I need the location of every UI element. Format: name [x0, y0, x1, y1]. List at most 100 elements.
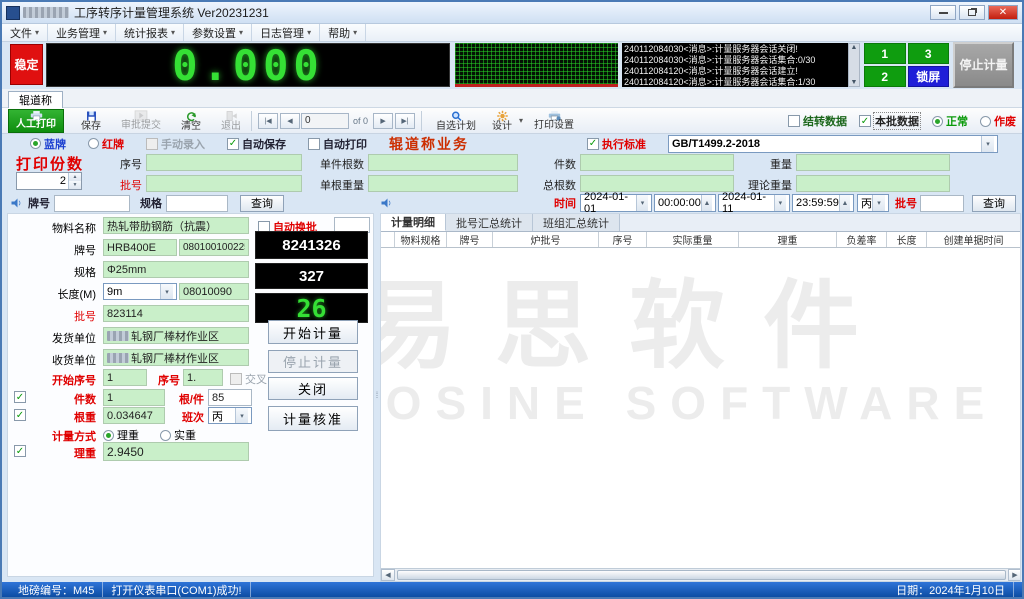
spec-field[interactable]	[103, 261, 249, 278]
scrollbar-thumb[interactable]	[397, 570, 1006, 580]
normal-radio[interactable]: 正常	[932, 113, 968, 129]
verify-measure-button[interactable]: 计量核准	[268, 406, 358, 431]
auto-print-checkbox[interactable]: 自动打印	[308, 136, 367, 152]
bar-weight2-field[interactable]	[103, 407, 165, 424]
tab-shift-summary[interactable]: 班组汇总统计	[533, 214, 620, 231]
shift-select[interactable]: 丙▾	[857, 194, 889, 212]
method-actual-radio[interactable]: 实重	[160, 427, 196, 443]
brand-field[interactable]	[103, 239, 177, 256]
floppy-icon	[85, 110, 98, 122]
tab-batch-summary[interactable]: 批号汇总统计	[446, 214, 533, 231]
per-piece-field[interactable]	[208, 389, 252, 406]
print-setup-button[interactable]: 打印设置	[529, 109, 579, 133]
tab-measure-detail[interactable]: 计量明细	[381, 214, 446, 231]
left-search-button[interactable]: 查询	[240, 195, 284, 212]
receiver-field[interactable]: 轧钢厂棒材作业区	[103, 349, 249, 366]
scroll-right-icon[interactable]: ▶	[1008, 569, 1021, 581]
scroll-left-icon[interactable]: ◀	[381, 569, 395, 581]
table-hscrollbar[interactable]: ◀ ▶	[381, 568, 1021, 581]
carryover-data-checkbox[interactable]: 结转数据	[788, 113, 847, 129]
date-to-select[interactable]: 2024-01-11▾	[718, 194, 790, 212]
log-line: 240112084030<消息>:计量服务器会话集合:0/30	[624, 55, 846, 66]
auto-save-checkbox[interactable]: ✓自动保存	[227, 136, 286, 152]
close-button[interactable]: ✕	[988, 5, 1018, 20]
nav-first-button[interactable]: |◀	[258, 113, 278, 129]
menu-business[interactable]: 业务管理▾	[48, 24, 116, 41]
this-batch-checkbox[interactable]: ✓本批数据	[859, 113, 920, 129]
start-measure-button[interactable]: 开始计量	[268, 320, 358, 344]
sender-field[interactable]: 轧钢厂棒材作业区	[103, 327, 249, 344]
app-icon	[6, 6, 20, 20]
menu-help[interactable]: 帮助▾	[320, 24, 366, 41]
counter-led: 26	[255, 293, 368, 323]
nav-next-button[interactable]: ▶	[373, 113, 393, 129]
scroll-down-icon[interactable]: ▼	[851, 79, 858, 86]
standard-checkbox[interactable]: ✓执行标准	[587, 136, 646, 152]
start-seq-field[interactable]	[103, 369, 147, 386]
seq2-field[interactable]	[183, 369, 223, 386]
window-title: 工序转序计量管理系统 Ver20231231	[74, 4, 269, 21]
blue-plate-radio[interactable]: 蓝牌	[30, 136, 66, 152]
right-search-button[interactable]: 查询	[972, 195, 1016, 212]
length-select[interactable]: 9m▾	[103, 283, 177, 300]
start-seq-label: 开始序号	[8, 372, 96, 388]
count-field[interactable]	[580, 154, 734, 171]
quick-button-2[interactable]: 2	[864, 66, 906, 87]
brand-code-field[interactable]	[179, 239, 249, 256]
menu-logs[interactable]: 日志管理▾	[252, 24, 320, 41]
scroll-up-icon[interactable]: ▲	[851, 44, 858, 51]
quick-button-3[interactable]: 3	[908, 43, 950, 64]
spin-down-icon[interactable]: ▼	[69, 181, 81, 189]
red-plate-radio[interactable]: 红牌	[88, 136, 124, 152]
shift-form-select[interactable]: 丙▾	[208, 407, 252, 424]
batch-field[interactable]	[146, 175, 302, 192]
col-seq: 序号	[599, 232, 647, 247]
save-button[interactable]: 保存	[76, 109, 106, 133]
print-copies-input[interactable]	[17, 173, 68, 189]
spin-up-icon[interactable]: ▲	[69, 173, 81, 181]
standard-select[interactable]: GB/T1499.2-2018▾	[668, 135, 998, 153]
pieces2-field[interactable]	[103, 389, 165, 406]
chevron-down-icon: ▾	[171, 28, 175, 37]
void-radio[interactable]: 作废	[980, 113, 1016, 129]
stop-measure-big-button[interactable]: 停止计量	[953, 42, 1014, 88]
brand-query-input[interactable]	[54, 195, 130, 212]
theory2-field[interactable]	[103, 442, 249, 461]
theory2-label: 理重	[8, 445, 96, 461]
pieces-bars-field[interactable]	[368, 154, 518, 171]
manual-print-button[interactable]: 人工打印	[8, 109, 64, 133]
magnifier-icon	[450, 110, 463, 122]
log-scrollbar[interactable]: ▲ ▼	[848, 43, 860, 87]
time-to-stepper[interactable]: 23:59:59▲	[792, 194, 854, 212]
restore-button[interactable]	[959, 5, 985, 20]
heat-batch-field[interactable]	[103, 305, 249, 322]
close-panel-button[interactable]: 关闭	[268, 377, 358, 400]
clear-button[interactable]: 清空	[176, 109, 206, 133]
design-button[interactable]: 设计	[487, 109, 517, 133]
menu-file[interactable]: 文件▾	[2, 24, 48, 41]
custom-plan-button[interactable]: 自选计划	[431, 109, 481, 133]
nav-last-button[interactable]: ▶|	[395, 113, 415, 129]
date-from-select[interactable]: 2024-01-01▾	[580, 194, 652, 212]
design-dropdown-icon[interactable]: ▾	[519, 116, 523, 125]
lock-screen-button[interactable]: 锁屏	[908, 66, 950, 87]
print-copies-stepper[interactable]: ▲▼	[16, 172, 82, 190]
tab-roller-scale[interactable]: 辊道称	[8, 91, 63, 108]
theory-weight-field[interactable]	[796, 175, 950, 192]
menu-reports[interactable]: 统计报表▾	[116, 24, 184, 41]
batch-query-input[interactable]	[920, 195, 964, 212]
menu-settings[interactable]: 参数设置▾	[184, 24, 252, 41]
spec-query-input[interactable]	[166, 195, 228, 212]
time-from-stepper[interactable]: 00:00:00▲	[654, 194, 716, 212]
nav-prev-button[interactable]: ◀	[280, 113, 300, 129]
method-theory-radio[interactable]: 理重	[103, 427, 139, 443]
nav-record-input[interactable]	[301, 113, 349, 129]
total-bars-field[interactable]	[580, 175, 734, 192]
length-code-field[interactable]	[179, 283, 249, 300]
minimize-button[interactable]	[930, 5, 956, 20]
material-field[interactable]	[103, 217, 249, 234]
quick-button-1[interactable]: 1	[864, 43, 906, 64]
bar-weight-field[interactable]	[368, 175, 518, 192]
seq-field[interactable]	[146, 154, 302, 171]
weight-field[interactable]	[796, 154, 950, 171]
